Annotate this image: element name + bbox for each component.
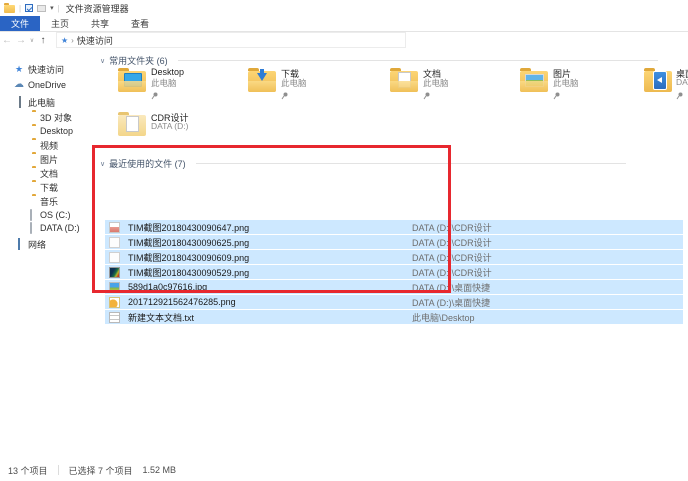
folder-icon (26, 196, 36, 206)
tab-share[interactable]: 共享 (80, 16, 120, 31)
folder-tile-downloads[interactable]: 下载 此电脑 (248, 67, 376, 101)
divider (58, 465, 59, 475)
folder-tile-pictures[interactable]: 图片 此电脑 (520, 67, 648, 101)
pin-icon (553, 87, 560, 105)
file-row[interactable]: TIM截图20180430090609.png DATA (D:)\CDR设计 (105, 250, 683, 264)
title-bar: | ▾ | 文件资源管理器 (0, 0, 688, 16)
divider (178, 60, 658, 61)
tab-file[interactable]: 文件 (0, 16, 40, 31)
explorer-folder-icon (4, 5, 15, 13)
chevron-down-icon[interactable]: ∨ (100, 160, 105, 168)
sidebar-item-onedrive[interactable]: ☁ OneDrive (14, 79, 66, 91)
folder-icon (26, 182, 36, 192)
sidebar-item-network[interactable]: 网络 (14, 238, 46, 250)
sidebar-item-desktop[interactable]: Desktop (26, 125, 73, 137)
pictures-folder-icon (520, 71, 548, 92)
status-bar: 13 个项目 已选择 7 个项目 1.52 MB (0, 459, 688, 481)
computer-icon (14, 97, 24, 107)
chevron-down-icon[interactable]: ∨ (100, 57, 105, 65)
folder-icon (26, 140, 36, 150)
sidebar-item-pictures[interactable]: 图片 (26, 153, 58, 165)
file-row[interactable]: TIM截图20180430090647.png DATA (D:)\CDR设计 (105, 220, 683, 234)
pin-icon (423, 87, 430, 105)
separator: | (19, 4, 21, 13)
selection-count: 已选择 7 个项目 (69, 464, 133, 477)
pin-icon (676, 87, 683, 105)
downloads-folder-icon (248, 71, 276, 92)
star-icon: ★ (14, 64, 24, 74)
folder-tile-desktop-shortcut[interactable]: 桌面快捷 DATA (D:) (644, 67, 688, 101)
sidebar-item-os-c[interactable]: OS (C:) (26, 209, 71, 221)
sidebar-item-data-d[interactable]: DATA (D:) (26, 222, 80, 234)
drive-icon (26, 210, 36, 220)
folder-tile-cdr[interactable]: CDR设计 DATA (D:) (118, 111, 246, 145)
folder-icon (26, 168, 36, 178)
pin-icon (281, 87, 288, 105)
sidebar-item-downloads[interactable]: 下载 (26, 181, 58, 193)
cloud-icon: ☁ (14, 80, 24, 90)
file-list-pane: ∨ 常用文件夹 (6) Desktop 此电脑 下载 此电脑 文档 此电脑 图片… (98, 50, 688, 457)
window-title: 文件资源管理器 (66, 2, 129, 15)
network-icon (14, 239, 24, 249)
properties-icon[interactable] (25, 4, 33, 12)
image-file-icon (109, 267, 120, 278)
sidebar-item-quick-access[interactable]: ★ 快速访问 (14, 63, 64, 75)
folder-icon (26, 154, 36, 164)
shortcut-folder-icon (644, 71, 672, 92)
separator: | (58, 4, 60, 13)
group-header-recent-files[interactable]: ∨ 最近使用的文件 (7) (100, 157, 626, 170)
selection-size: 1.52 MB (143, 465, 177, 475)
navigation-pane: ★ 快速访问 ☁ OneDrive 此电脑 3D 对象 Desktop 视频 图… (0, 50, 98, 457)
breadcrumb[interactable]: 快速访问 (77, 34, 113, 47)
folder-icon (26, 112, 36, 122)
up-icon[interactable]: ↑ (36, 35, 50, 46)
folder-tile-desktop[interactable]: Desktop 此电脑 (118, 67, 246, 101)
image-file-icon (109, 297, 120, 308)
navigation-bar: ← → ∨ ↑ ★ › 快速访问 (0, 31, 688, 49)
tab-home[interactable]: 主页 (40, 16, 80, 31)
forward-icon[interactable]: → (14, 35, 28, 46)
file-row[interactable]: TIM截图20180430090529.png DATA (D:)\CDR设计 (105, 265, 683, 279)
sidebar-item-videos[interactable]: 视频 (26, 139, 58, 151)
sidebar-item-3d-objects[interactable]: 3D 对象 (26, 111, 72, 123)
back-icon[interactable]: ← (0, 35, 14, 46)
folder-icon (26, 126, 36, 136)
breadcrumb-separator: › (71, 36, 74, 45)
documents-folder-icon (390, 71, 418, 92)
image-file-icon (109, 222, 120, 233)
folder-tile-documents[interactable]: 文档 此电脑 (390, 67, 518, 101)
group-header-frequent-folders[interactable]: ∨ 常用文件夹 (6) (100, 54, 658, 67)
divider (196, 163, 626, 164)
image-file-icon (109, 252, 120, 263)
ribbon-tab-bar: 文件 主页 共享 查看 (0, 16, 688, 32)
drive-icon (26, 223, 36, 233)
item-count: 13 个项目 (8, 464, 48, 477)
pin-icon (151, 87, 158, 105)
image-file-icon (109, 237, 120, 248)
file-row[interactable]: 589d1a0c97616.jpg DATA (D:)\桌面快捷 (105, 280, 683, 294)
file-row[interactable]: 新建文本文档.txt 此电脑\Desktop (105, 310, 683, 324)
tab-view[interactable]: 查看 (120, 16, 160, 31)
new-folder-icon[interactable] (37, 5, 46, 12)
sidebar-item-this-pc[interactable]: 此电脑 (14, 96, 55, 108)
file-row[interactable]: TIM截图20180430090625.png DATA (D:)\CDR设计 (105, 235, 683, 249)
text-file-icon (109, 312, 120, 323)
sidebar-item-music[interactable]: 音乐 (26, 195, 58, 207)
quick-access-icon: ★ (61, 36, 68, 45)
cdr-folder-icon (118, 115, 146, 136)
recent-locations-icon[interactable]: ∨ (28, 37, 36, 44)
desktop-folder-icon (118, 71, 146, 92)
address-bar[interactable]: ★ › 快速访问 (56, 32, 406, 48)
toolbar-dropdown-icon[interactable]: ▾ (50, 4, 54, 12)
sidebar-item-documents[interactable]: 文档 (26, 167, 58, 179)
recent-files-list: TIM截图20180430090647.png DATA (D:)\CDR设计 … (105, 220, 683, 325)
file-row[interactable]: 201712921562476285.png DATA (D:)\桌面快捷 (105, 295, 683, 309)
image-file-icon (109, 282, 120, 293)
